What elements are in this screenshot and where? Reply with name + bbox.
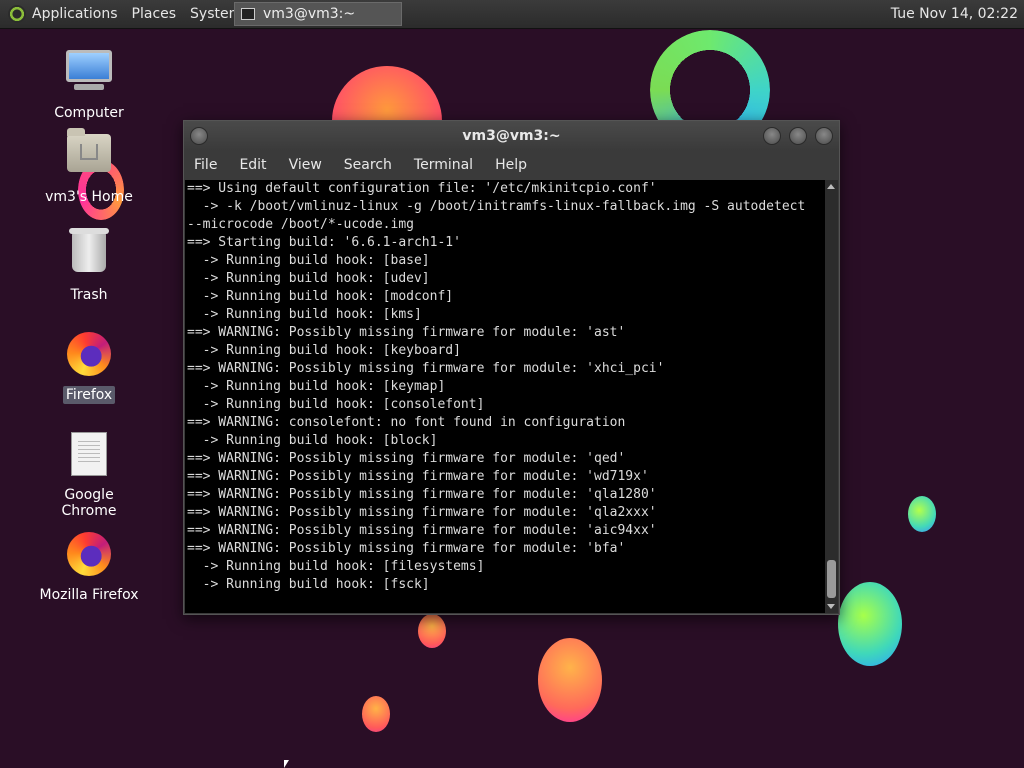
terminal-line: ==> WARNING: Possibly missing firmware f… <box>187 325 626 340</box>
terminal-line: ==> WARNING: Possibly missing firmware f… <box>187 361 665 376</box>
document-icon <box>65 432 113 480</box>
terminal-line: ==> WARNING: Possibly missing firmware f… <box>187 451 626 466</box>
desktop-icon-label: vm3's Home <box>45 189 133 205</box>
desktop-icon-label: Firefox <box>62 386 116 404</box>
scroll-up-arrow-icon[interactable] <box>827 184 835 189</box>
terminal-line: ==> WARNING: Possibly missing firmware f… <box>187 541 626 556</box>
taskbar-terminal-button[interactable]: vm3@vm3:~ <box>234 2 402 26</box>
terminal-line: -> Running build hook: [modconf] <box>187 289 454 304</box>
terminal-line: -> Running build hook: [consolefont] <box>187 397 485 412</box>
terminal-line: ==> WARNING: Possibly missing firmware f… <box>187 523 657 538</box>
desktop-icon-label: Google Chrome <box>61 487 117 519</box>
clock[interactable]: Tue Nov 14, 02:22 <box>891 0 1018 28</box>
top-panel: Applications Places System vm3@vm3:~ Tue… <box>0 0 1024 29</box>
close-button[interactable] <box>815 127 833 145</box>
terminal-menubar: File Edit View Search Terminal Help <box>184 151 839 179</box>
terminal-line: -> Running build hook: [keymap] <box>187 379 446 394</box>
terminal-line: -> Running build hook: [block] <box>187 433 438 448</box>
desktop-icon-computer[interactable]: Computer <box>34 50 144 122</box>
desktop-icon-google-chrome[interactable]: Google Chrome <box>34 430 144 520</box>
menu-view[interactable]: View <box>289 157 322 173</box>
terminal-line: -> Running build hook: [filesystems] <box>187 559 485 574</box>
terminal-line: ==> WARNING: Possibly missing firmware f… <box>187 487 657 502</box>
desktop-icon-label: Trash <box>70 287 108 303</box>
applications-menu[interactable]: Applications <box>32 6 118 22</box>
trash-icon <box>65 228 113 280</box>
window-title: vm3@vm3:~ <box>462 128 561 144</box>
terminal-line: ==> WARNING: Possibly missing firmware f… <box>187 469 649 484</box>
home-folder-icon <box>65 128 113 182</box>
terminal-output[interactable]: ==> Using default configuration file: '/… <box>185 180 827 613</box>
wallpaper-small-orange-blob <box>418 614 446 648</box>
places-menu[interactable]: Places <box>132 6 177 22</box>
computer-icon <box>65 50 113 98</box>
menu-terminal[interactable]: Terminal <box>414 157 473 173</box>
terminal-line: ==> Starting build: '6.6.1-arch1-1' <box>187 235 461 250</box>
wallpaper-small-green-blob <box>908 496 936 532</box>
terminal-line: --microcode /boot/*-ucode.img <box>187 217 414 232</box>
terminal-window[interactable]: vm3@vm3:~ File Edit View Search Terminal… <box>183 120 840 615</box>
desktop-icon-firefox[interactable]: Firefox <box>34 330 144 404</box>
desktop-icon-mozilla-firefox[interactable]: Mozilla Firefox <box>34 530 144 604</box>
firefox-icon <box>65 332 113 380</box>
menu-edit[interactable]: Edit <box>239 157 266 173</box>
minimize-button[interactable] <box>763 127 781 145</box>
scroll-down-arrow-icon[interactable] <box>827 604 835 609</box>
menu-file[interactable]: File <box>194 157 217 173</box>
terminal-line: ==> WARNING: consolefont: no font found … <box>187 415 626 430</box>
window-titlebar[interactable]: vm3@vm3:~ <box>184 121 839 151</box>
terminal-line: -> Running build hook: [udev] <box>187 271 430 286</box>
wallpaper-green-blob <box>838 582 902 666</box>
menu-help[interactable]: Help <box>495 157 527 173</box>
menu-search[interactable]: Search <box>344 157 392 173</box>
terminal-line: -> Running build hook: [fsck] <box>187 577 430 592</box>
terminal-line: ==> Using default configuration file: '/… <box>187 181 657 196</box>
desktop-icon-trash[interactable]: Trash <box>34 228 144 304</box>
window-menu-icon[interactable] <box>190 127 208 145</box>
terminal-scrollbar[interactable] <box>825 180 838 613</box>
terminal-line: -> Running build hook: [kms] <box>187 307 422 322</box>
maximize-button[interactable] <box>789 127 807 145</box>
scrollbar-thumb[interactable] <box>827 560 836 598</box>
terminal-line: -> Running build hook: [base] <box>187 253 430 268</box>
wallpaper-orange-blob <box>538 638 602 722</box>
mouse-pointer-icon <box>284 760 289 768</box>
desktop-icon-label: Computer <box>54 105 124 121</box>
terminal-line: ==> WARNING: Possibly missing firmware f… <box>187 505 657 520</box>
terminal-line: -> -k /boot/vmlinuz-linux -g /boot/initr… <box>187 199 806 214</box>
mate-logo-icon[interactable] <box>8 5 26 23</box>
terminal-icon <box>241 8 255 20</box>
desktop-icon-label: Mozilla Firefox <box>39 587 139 603</box>
wallpaper-small-orange-blob <box>362 696 390 732</box>
desktop-icon-home[interactable]: vm3's Home <box>34 128 144 206</box>
terminal-line: -> Running build hook: [keyboard] <box>187 343 461 358</box>
taskbar-button-label: vm3@vm3:~ <box>263 6 356 22</box>
firefox-icon <box>65 532 113 580</box>
